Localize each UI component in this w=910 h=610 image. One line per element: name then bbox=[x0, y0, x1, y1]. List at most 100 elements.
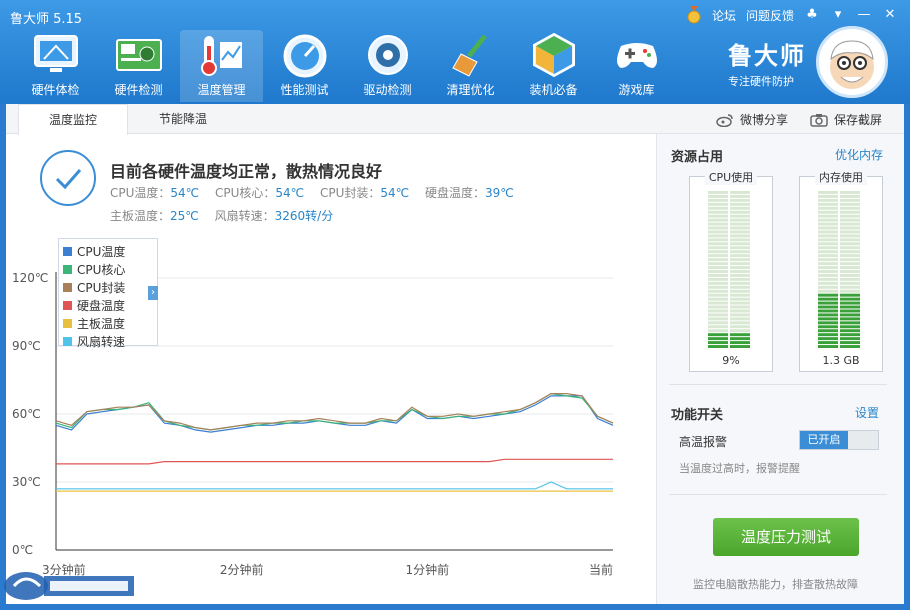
y-tick-label: 60℃ bbox=[12, 407, 41, 421]
meter-segment bbox=[840, 325, 860, 329]
legend-item[interactable]: CPU封装 bbox=[63, 278, 157, 296]
nav-item-temperature[interactable]: 温度管理 bbox=[180, 30, 263, 102]
brand: 鲁大师 专注硬件防护 bbox=[728, 36, 806, 89]
meter-segment bbox=[730, 329, 750, 333]
meter-segment bbox=[730, 325, 750, 329]
save-screenshot-button[interactable]: 保存截屏 bbox=[810, 111, 882, 128]
nav-label: 硬件体检 bbox=[31, 83, 80, 97]
meter-segment bbox=[840, 222, 860, 226]
nav-label: 装机必备 bbox=[529, 83, 578, 97]
meter-segment bbox=[708, 262, 728, 266]
meter-segment bbox=[708, 329, 728, 333]
meter-segment bbox=[840, 230, 860, 234]
minimize-icon[interactable]: — bbox=[856, 7, 872, 23]
legend-swatch bbox=[63, 300, 72, 310]
meter-segment bbox=[708, 238, 728, 242]
meter-segment bbox=[708, 293, 728, 297]
meter-segment bbox=[730, 191, 750, 194]
meter-segment bbox=[708, 218, 728, 222]
brand-name: 鲁大师 bbox=[728, 42, 806, 70]
medal-icon[interactable] bbox=[686, 6, 702, 24]
legend-item[interactable]: CPU温度 bbox=[63, 242, 157, 260]
meter-segment bbox=[818, 281, 838, 285]
meter-segment bbox=[708, 309, 728, 313]
forum-link[interactable]: 论坛 bbox=[712, 7, 736, 24]
nav-item-hardware-check[interactable]: 硬件体检 bbox=[14, 30, 97, 102]
nav-item-cleanup[interactable]: 清理优化 bbox=[429, 30, 512, 102]
cpu-usage-bar bbox=[708, 191, 750, 348]
avatar[interactable] bbox=[816, 26, 888, 98]
nav-item-driver[interactable]: 驱动检测 bbox=[346, 30, 429, 102]
meter-segment bbox=[840, 337, 860, 341]
legend-item[interactable]: 主板温度 bbox=[63, 314, 157, 332]
meter-segment bbox=[840, 285, 860, 289]
meter-segment bbox=[840, 194, 860, 198]
meter-segment bbox=[730, 242, 750, 246]
weibo-share-label: 微博分享 bbox=[740, 113, 789, 127]
meter-segment bbox=[840, 206, 860, 210]
meter-segment bbox=[840, 234, 860, 238]
meter-segment bbox=[708, 333, 728, 337]
settings-link[interactable]: 设置 bbox=[855, 404, 879, 421]
broom-icon bbox=[451, 34, 487, 77]
meter-segment bbox=[818, 194, 838, 198]
menu-icon[interactable]: ▾ bbox=[830, 7, 846, 23]
tab-energy-saving[interactable]: 节能降温 bbox=[128, 104, 238, 134]
camera-icon bbox=[810, 113, 828, 127]
meter-segment bbox=[840, 246, 860, 250]
speedometer-icon bbox=[283, 34, 326, 78]
meter-segment bbox=[708, 194, 728, 198]
memory-usage-value: 1.3 GB bbox=[822, 354, 860, 367]
nav-item-hardware-detect[interactable]: 硬件检测 bbox=[97, 30, 180, 102]
meter-segment bbox=[818, 345, 838, 348]
meter-segment bbox=[840, 313, 860, 317]
legend-item[interactable]: 硬盘温度 bbox=[63, 296, 157, 314]
meter-segment bbox=[818, 317, 838, 321]
meter-segment bbox=[818, 333, 838, 337]
tab-temperature-monitor[interactable]: 温度监控 bbox=[18, 104, 128, 135]
high-temp-alarm-label: 高温报警 bbox=[679, 435, 728, 449]
gamepad-icon bbox=[616, 43, 657, 68]
legend-collapse-chevron-icon[interactable]: › bbox=[148, 286, 158, 300]
meter-segment bbox=[730, 266, 750, 269]
meter-segment bbox=[818, 242, 838, 246]
series-line bbox=[55, 392, 614, 431]
meter-segment bbox=[730, 301, 750, 305]
meter-segment bbox=[708, 317, 728, 321]
meter-segment bbox=[818, 285, 838, 289]
meter-segment bbox=[708, 321, 728, 325]
meter-segment bbox=[840, 309, 860, 313]
cpu-temp-value: 54℃ bbox=[170, 186, 200, 200]
meter-segment bbox=[708, 297, 728, 301]
meter-segment bbox=[730, 277, 750, 281]
nav-item-essentials[interactable]: 装机必备 bbox=[512, 30, 595, 102]
meter-segment bbox=[818, 202, 838, 206]
weibo-share-button[interactable]: 微博分享 bbox=[716, 111, 788, 128]
high-temp-alarm-toggle[interactable]: 已开启 bbox=[799, 430, 879, 450]
meter-segment bbox=[840, 345, 860, 348]
close-icon[interactable]: ✕ bbox=[882, 7, 898, 23]
cpu-core-value: 54℃ bbox=[275, 186, 305, 200]
meter-segment bbox=[840, 277, 860, 281]
legend-item[interactable]: 风扇转速 bbox=[63, 332, 157, 350]
nav-item-games[interactable]: 游戏库 bbox=[595, 30, 678, 102]
disk-temp-label: 硬盘温度： bbox=[424, 186, 485, 200]
stress-test-hint: 监控电脑散热能力，排查散热故障 bbox=[693, 578, 858, 591]
meter-segment bbox=[708, 230, 728, 234]
meter-segment bbox=[818, 266, 838, 269]
meter-segment bbox=[818, 270, 838, 273]
meter-segment bbox=[730, 202, 750, 206]
meter-segment bbox=[840, 266, 860, 269]
right-panel: 资源占用 优化内存 CPU使用 9% 内存使用 1.3 GB 功能开关 设置 高… bbox=[656, 134, 904, 604]
nav-label: 驱动检测 bbox=[363, 83, 412, 97]
nav-item-performance[interactable]: 性能测试 bbox=[263, 30, 346, 102]
optimize-memory-link[interactable]: 优化内存 bbox=[835, 146, 883, 163]
status-title: 目前各硬件温度均正常，散热情况良好 bbox=[110, 162, 383, 181]
legend-item[interactable]: CPU核心 bbox=[63, 260, 157, 278]
meter-segment bbox=[818, 301, 838, 305]
skin-icon[interactable]: ♣ bbox=[804, 7, 820, 23]
meter-segment bbox=[840, 238, 860, 242]
meter-segment bbox=[818, 293, 838, 297]
feedback-link[interactable]: 问题反馈 bbox=[746, 7, 794, 24]
stress-test-button[interactable]: 温度压力测试 bbox=[713, 518, 859, 556]
